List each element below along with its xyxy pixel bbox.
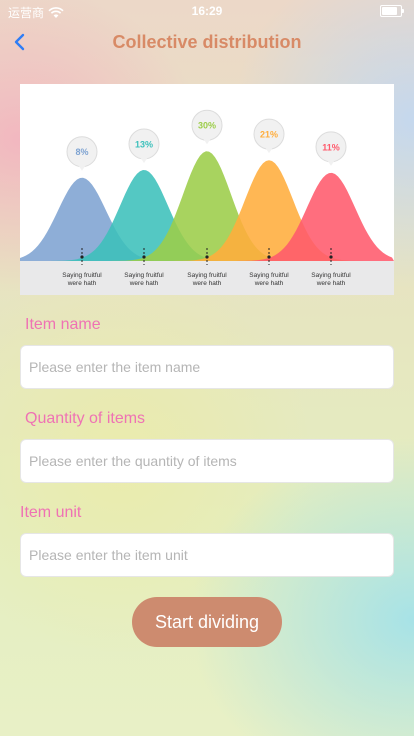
- start-dividing-button[interactable]: Start dividing: [132, 597, 282, 647]
- chart-category-label: Saying fruitful were hath: [124, 272, 164, 287]
- chart-marker-dot: [267, 255, 271, 259]
- chart-marker-dot: [205, 255, 209, 259]
- chart-bubble-tail: [265, 147, 273, 154]
- chart-data-label: 13%: [135, 139, 153, 149]
- chart-data-label: 11%: [322, 142, 340, 152]
- chart-category-label: Saying fruitful were hath: [249, 272, 289, 287]
- distribution-chart: 8% Saying fruitful were hath 13% Saying frui…: [20, 109, 394, 295]
- chart-bubble-tail: [140, 156, 148, 163]
- battery-level: [382, 7, 397, 15]
- chart-category-label: Saying fruitful were hath: [311, 272, 351, 287]
- item-unit-input[interactable]: [20, 533, 394, 577]
- chart-data-label: 21%: [260, 130, 278, 140]
- chart-marker-dot: [142, 255, 146, 259]
- item-unit-label: Item unit: [20, 504, 82, 521]
- item-name-input[interactable]: [20, 345, 394, 389]
- chart-marker-dot: [329, 255, 333, 259]
- chart-marker-dot: [80, 255, 84, 259]
- chart-data-label: 30%: [198, 121, 216, 131]
- chart-category-label: Saying fruitful were hath: [187, 272, 227, 287]
- battery-icon: [380, 5, 404, 17]
- item-name-label: Item name: [25, 316, 101, 333]
- chart-bubble-tail: [203, 138, 211, 145]
- nav-bar: Collective distribution: [0, 22, 414, 64]
- chart-bubble-tail: [78, 164, 86, 171]
- quantity-input[interactable]: [20, 439, 394, 483]
- chart-category-label: Saying fruitful were hath: [62, 272, 102, 287]
- quantity-label: Quantity of items: [25, 410, 146, 427]
- status-bar: 运营商 16:29: [0, 0, 414, 22]
- page-title: Collective distribution: [112, 32, 302, 52]
- chart-data-label: 8%: [75, 147, 88, 157]
- chart-bubble-tail: [327, 159, 335, 166]
- status-time: 16:29: [191, 4, 223, 18]
- distribution-banner: 8% Saying fruitful were hath 13% Saying frui…: [20, 84, 394, 295]
